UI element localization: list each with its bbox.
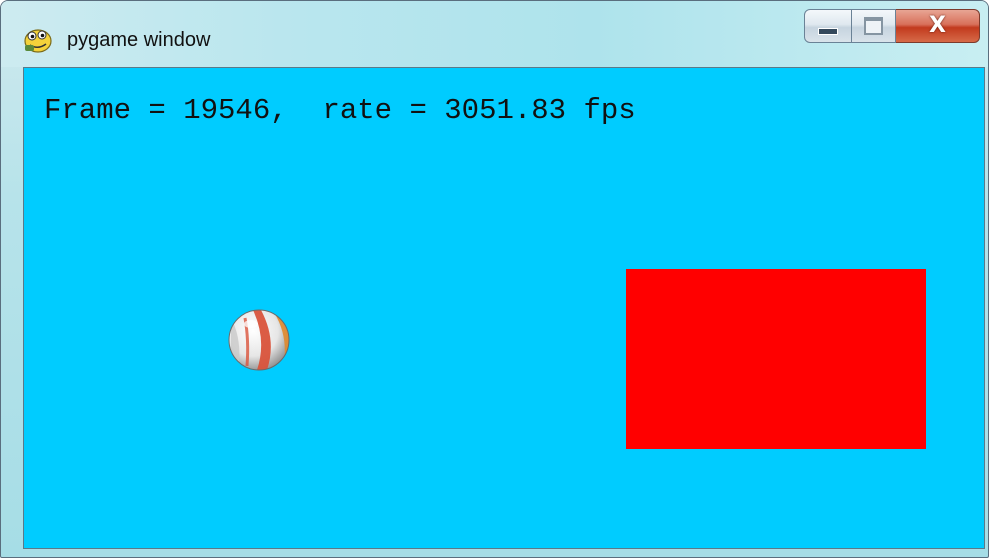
title-bar[interactable]: pygame window X: [1, 1, 988, 67]
window-title: pygame window: [67, 29, 211, 51]
close-icon: X: [929, 13, 946, 38]
maximize-button[interactable]: [852, 9, 896, 43]
frame-rate-readout: Frame = 19546, rate = 3051.83 fps: [44, 94, 636, 127]
maximize-icon: [864, 17, 883, 35]
game-canvas[interactable]: Frame = 19546, rate = 3051.83 fps: [23, 67, 985, 549]
pygame-snake-icon: [24, 29, 52, 53]
red-rectangle: [626, 269, 926, 449]
pygame-window: pygame window X Frame = 19546, rate = 30…: [0, 0, 989, 558]
beach-ball-icon: [228, 309, 290, 371]
window-controls: X: [804, 9, 980, 45]
minimize-icon: [818, 27, 838, 35]
close-button[interactable]: X: [896, 9, 980, 43]
minimize-button[interactable]: [804, 9, 852, 43]
